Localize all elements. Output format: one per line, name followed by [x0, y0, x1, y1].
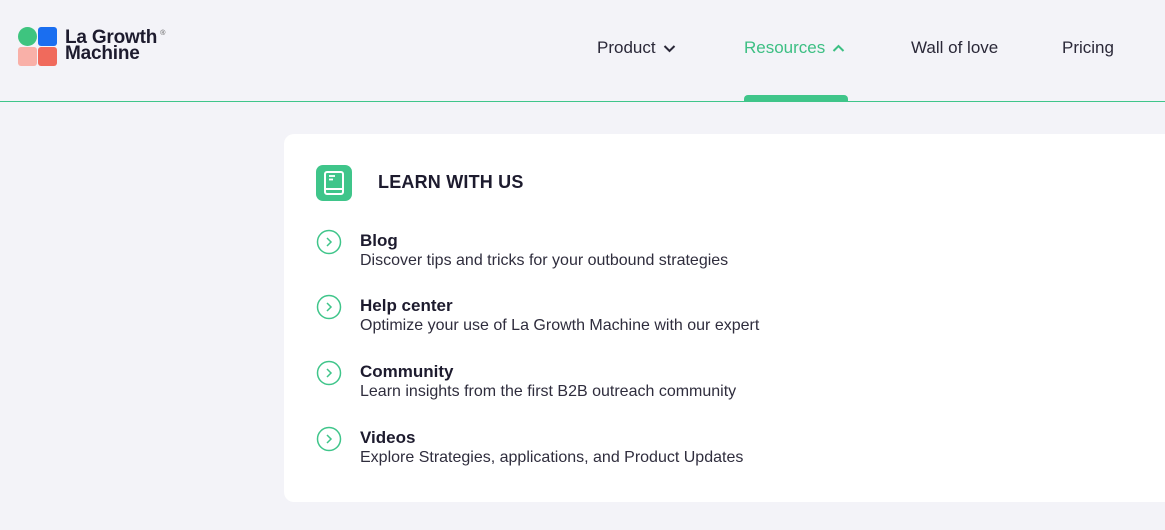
menu-item-title: Videos: [360, 428, 416, 447]
menu-item-description: Discover tips and tricks for your outbou…: [360, 252, 729, 269]
logo-line-2: Machine: [65, 43, 140, 64]
nav-item-pricing[interactable]: Pricing: [1062, 38, 1114, 58]
menu-item-description: Explore Strategies, applications, and Pr…: [360, 449, 744, 466]
logo-text: La Growth Machine ®: [65, 28, 165, 64]
menu-item-description: Learn insights from the first B2B outrea…: [360, 383, 737, 400]
chevron-down-icon: [663, 38, 676, 58]
book-icon: [316, 165, 352, 201]
chevron-up-icon: [832, 38, 845, 58]
nav-item-product[interactable]: Product: [597, 38, 676, 58]
chevron-circle-icon: [316, 294, 342, 320]
nav-item-wall-of-love[interactable]: Wall of love: [911, 38, 998, 58]
menu-item-blog[interactable]: Blog Discover tips and tricks for your o…: [316, 229, 1016, 279]
section-title: LEARN WITH US: [378, 172, 524, 192]
chevron-circle-icon: [316, 360, 342, 386]
menu-item-title: Community: [360, 362, 454, 381]
nav-item-label: Product: [597, 38, 656, 57]
menu-item-title: Blog: [360, 231, 398, 250]
menu-item-videos[interactable]: Videos Explore Strategies, applications,…: [316, 426, 1016, 476]
menu-item-community[interactable]: Community Learn insights from the first …: [316, 360, 1016, 410]
site-header: La Growth Machine ® Product Resources Wa…: [0, 0, 1165, 102]
resources-dropdown-panel: LEARN WITH US Blog Discover tips and tri…: [284, 134, 1165, 502]
header-divider: [0, 101, 1165, 102]
menu-item-help-center[interactable]: Help center Optimize your use of La Grow…: [316, 294, 1016, 344]
menu-item-description: Optimize your use of La Growth Machine w…: [360, 317, 760, 334]
chevron-circle-icon: [316, 426, 342, 452]
menu-item-title: Help center: [360, 296, 453, 315]
nav-item-label: Pricing: [1062, 38, 1114, 57]
registered-mark: ®: [160, 30, 166, 37]
nav-item-label: Wall of love: [911, 38, 999, 57]
logo[interactable]: La Growth Machine ®: [18, 27, 165, 67]
logo-mark-icon: [18, 27, 58, 67]
chevron-circle-icon: [316, 229, 342, 255]
nav-item-resources[interactable]: Resources: [744, 38, 845, 58]
nav-item-label: Resources: [744, 38, 826, 57]
